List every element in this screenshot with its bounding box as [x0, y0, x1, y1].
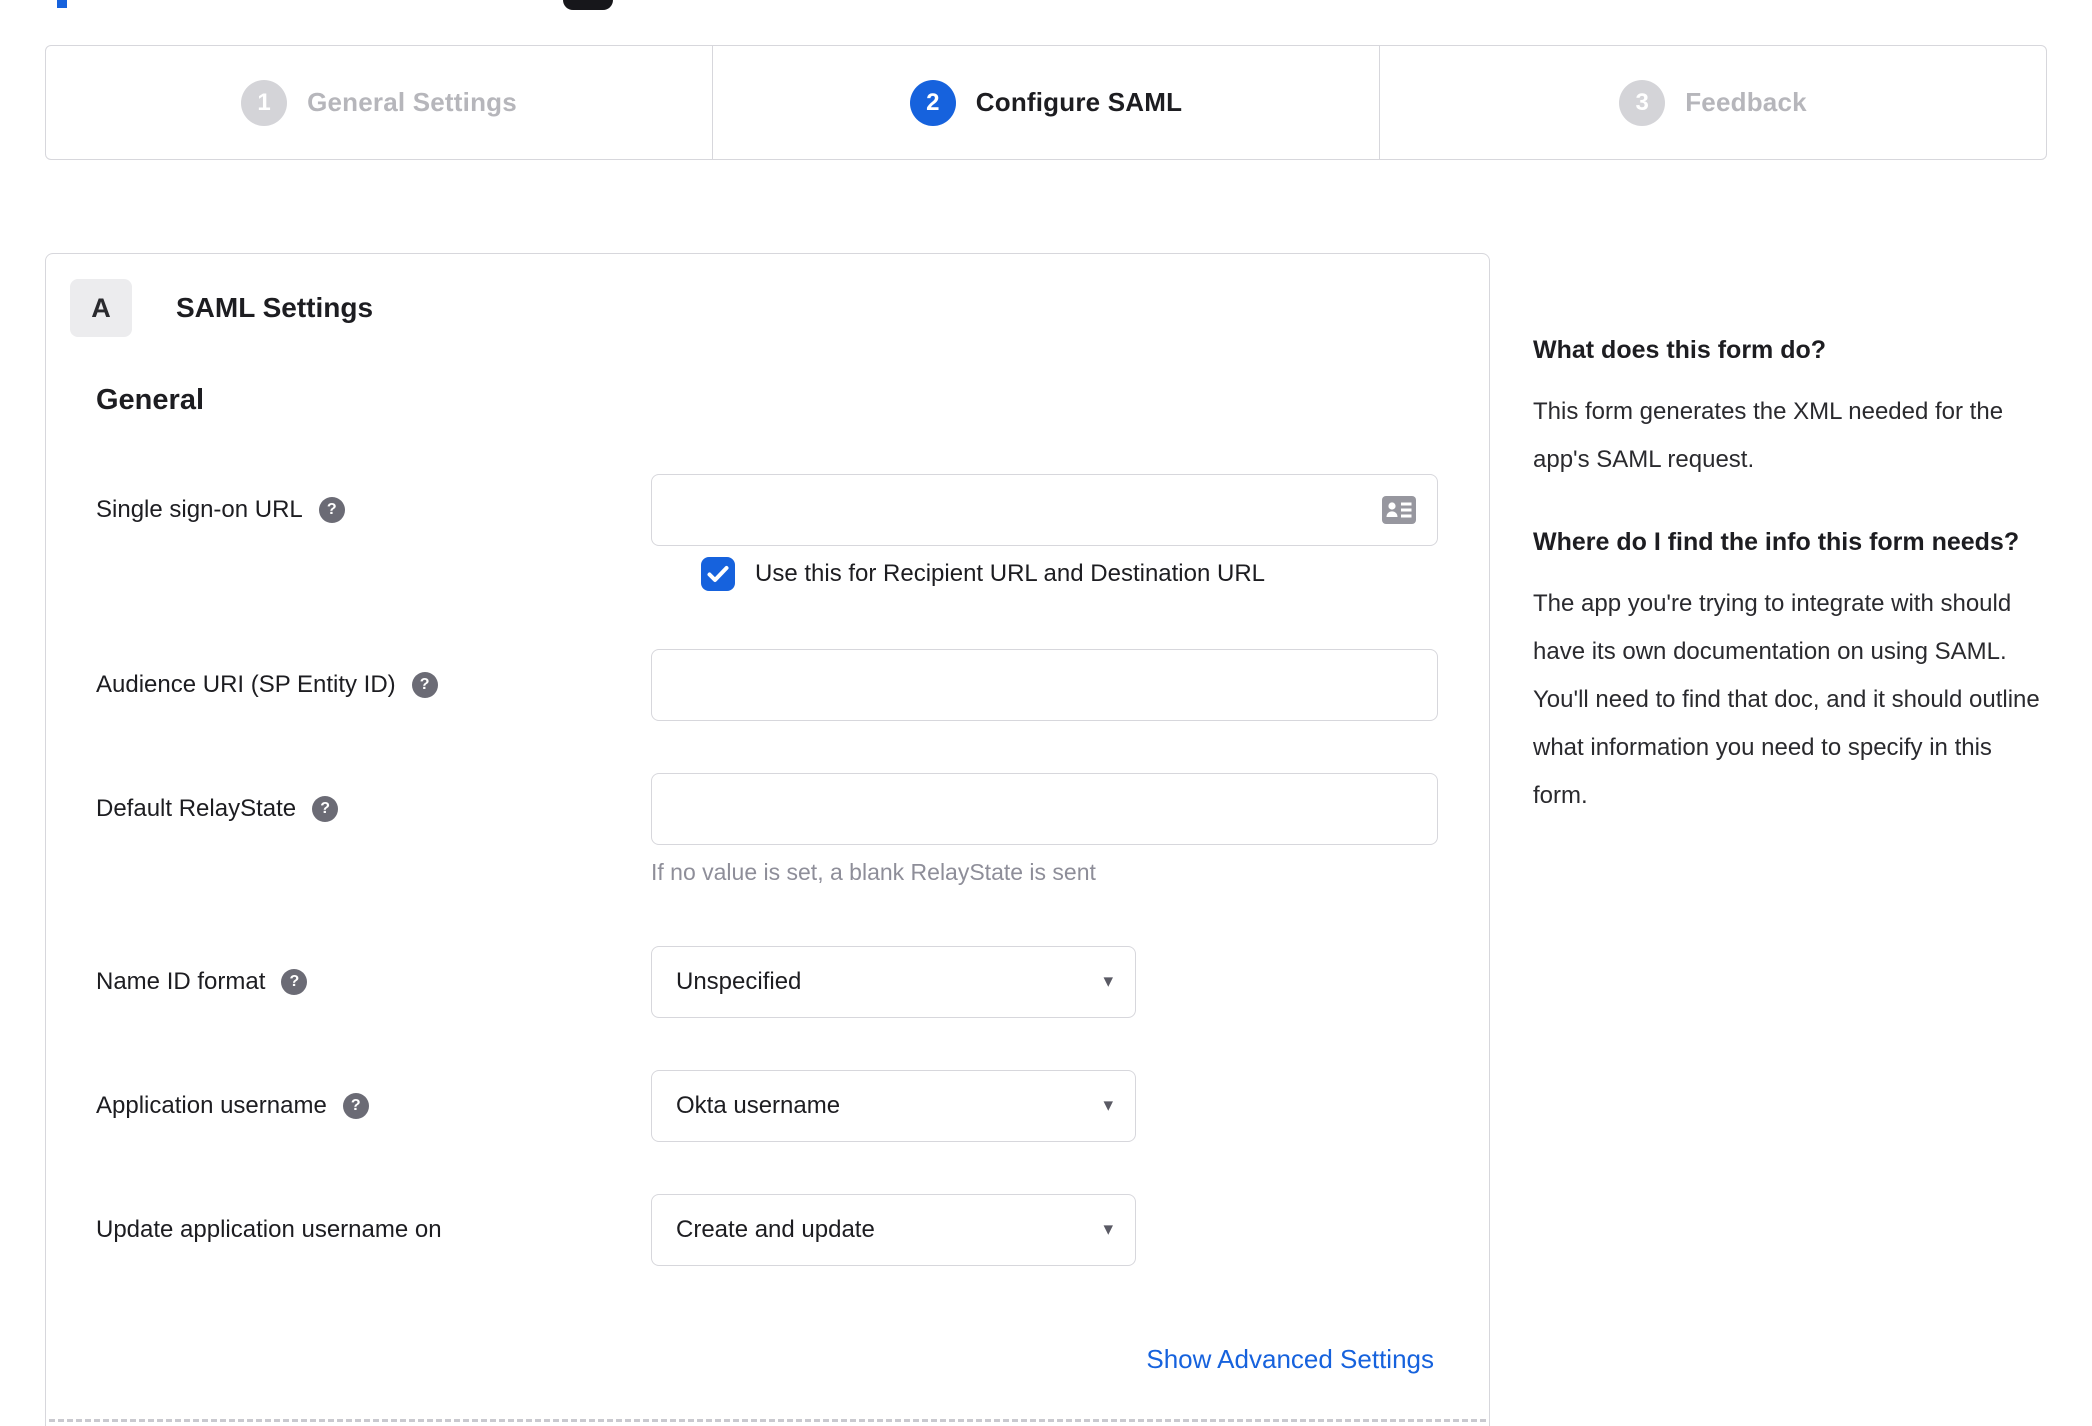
field-label-cell: Application username ?: [96, 1070, 651, 1142]
chevron-down-icon: ▾: [1103, 1219, 1113, 1241]
field-control-cell: [651, 649, 1438, 721]
field-row-single-sign-on-url: Single sign-on URL ?: [96, 474, 1438, 546]
update-application-username-select[interactable]: Create and update ▾: [651, 1194, 1136, 1266]
sso-url-input-wrap: [651, 474, 1438, 546]
field-control-cell: If no value is set, a blank RelayState i…: [651, 773, 1438, 886]
stepper-step-feedback[interactable]: 3 Feedback: [1379, 46, 2046, 159]
question-glyph: ?: [320, 800, 330, 817]
help-question-2: Where do I find the info this form needs…: [1533, 528, 2020, 556]
step-label: Configure SAML: [975, 87, 1183, 117]
field-row-audience-uri: Audience URI (SP Entity ID) ?: [96, 649, 1438, 721]
step-label: Feedback: [1685, 87, 1807, 117]
cropped-header-fragment-blue: [57, 0, 67, 8]
field-row-application-username: Application username ? Okta username ▾: [96, 1070, 1434, 1142]
section-a-badge: A: [70, 279, 132, 337]
sso-url-input[interactable]: [651, 474, 1438, 546]
field-label-cell: Single sign-on URL ?: [96, 474, 651, 546]
field-control-cell: Unspecified ▾: [651, 946, 1434, 1018]
step-number-badge: 1: [241, 79, 288, 126]
field-label: Name ID format: [96, 968, 266, 995]
step-number-badge: 3: [1619, 79, 1666, 126]
field-control-cell: Create and update ▾: [651, 1194, 1434, 1266]
chevron-down-icon: ▾: [1103, 1095, 1113, 1117]
field-label-cell: Name ID format ?: [96, 946, 651, 1018]
relaystate-input-wrap: [651, 773, 1438, 845]
chevron-down-icon: ▾: [1103, 971, 1113, 993]
field-row-name-id-format: Name ID format ? Unspecified ▾: [96, 946, 1434, 1018]
question-glyph: ?: [289, 973, 300, 990]
page: 1 General Settings 2 Configure SAML 3 Fe…: [0, 0, 2092, 1426]
dashed-divider: [49, 1419, 1486, 1422]
field-label: Audience URI (SP Entity ID): [96, 671, 396, 698]
checkbox-label[interactable]: Use this for Recipient URL and Destinati…: [755, 560, 1265, 588]
help-icon[interactable]: ?: [342, 1093, 369, 1119]
help-icon[interactable]: ?: [281, 969, 308, 995]
field-control-cell: [651, 474, 1438, 546]
wizard-stepper: 1 General Settings 2 Configure SAML 3 Fe…: [45, 45, 2047, 160]
saml-settings-card: A SAML Settings General Single sign-on U…: [45, 253, 1490, 1426]
card-title: SAML Settings: [176, 292, 374, 323]
cropped-header-fragment-dark: [563, 0, 613, 10]
field-row-default-relaystate: Default RelayState ? If no value is set,…: [96, 773, 1438, 886]
name-id-format-select[interactable]: Unspecified ▾: [651, 946, 1136, 1018]
show-advanced-settings-link[interactable]: Show Advanced Settings: [1146, 1344, 1434, 1374]
help-panel: What does this form do? This form genera…: [1533, 330, 2040, 858]
audience-uri-input-wrap: [651, 649, 1438, 721]
help-answer-1: This form generates the XML needed for t…: [1533, 398, 2004, 473]
field-label: Update application username on: [96, 1216, 442, 1243]
question-glyph: ?: [350, 1097, 361, 1114]
help-icon[interactable]: ?: [318, 497, 345, 523]
step-label: General Settings: [307, 87, 517, 117]
relaystate-helper-text: If no value is set, a blank RelayState i…: [651, 859, 1096, 885]
question-glyph: ?: [326, 501, 337, 518]
field-control-cell: Okta username ▾: [651, 1070, 1434, 1142]
general-section-heading: General: [96, 384, 204, 416]
field-label: Single sign-on URL: [96, 496, 303, 523]
field-label-cell: Default RelayState ?: [96, 773, 651, 845]
recipient-url-checkbox[interactable]: [701, 557, 735, 591]
field-label: Default RelayState: [96, 795, 297, 822]
select-value: Create and update: [676, 1216, 875, 1243]
question-glyph: ?: [419, 676, 430, 693]
stepper-step-configure-saml[interactable]: 2 Configure SAML: [712, 46, 1379, 159]
help-answer-2: The app you're trying to integrate with …: [1533, 590, 2040, 809]
select-value: Unspecified: [676, 968, 802, 995]
field-label-cell: Update application username on: [96, 1194, 651, 1266]
field-label-cell: Audience URI (SP Entity ID) ?: [96, 649, 651, 721]
card-header: A SAML Settings: [70, 279, 373, 337]
recipient-url-checkbox-row: Use this for Recipient URL and Destinati…: [701, 557, 1265, 591]
step-number-badge: 2: [909, 79, 956, 126]
check-icon: [707, 566, 729, 582]
select-value: Okta username: [676, 1092, 841, 1119]
field-row-update-application-username: Update application username on Create an…: [96, 1194, 1434, 1266]
stepper-step-general-settings[interactable]: 1 General Settings: [46, 46, 712, 159]
audience-uri-input[interactable]: [651, 649, 1438, 721]
help-icon[interactable]: ?: [411, 672, 438, 698]
advanced-settings-row: Show Advanced Settings: [1146, 1344, 1434, 1375]
field-label: Application username: [96, 1092, 327, 1119]
help-icon[interactable]: ?: [312, 796, 339, 822]
application-username-select[interactable]: Okta username ▾: [651, 1070, 1136, 1142]
relaystate-input[interactable]: [651, 773, 1438, 845]
help-question-1: What does this form do?: [1533, 336, 1827, 364]
contact-card-icon[interactable]: [1382, 496, 1416, 524]
